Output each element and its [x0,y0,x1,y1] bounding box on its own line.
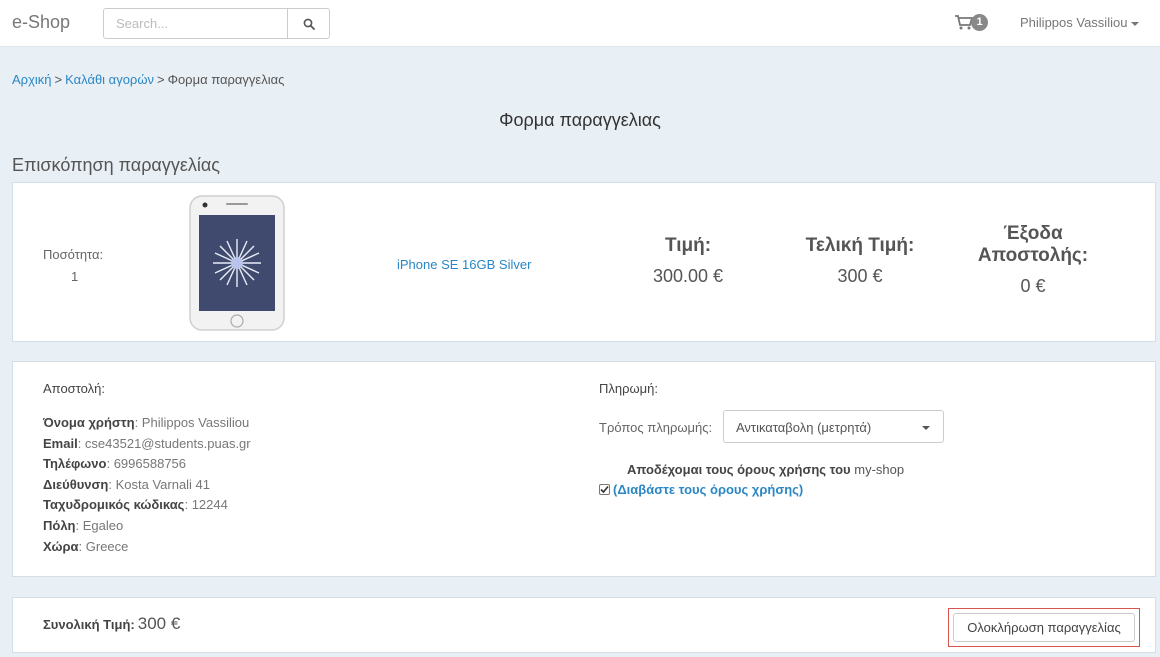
complete-order-button-label: Ολοκλήρωση παραγγελίας [953,613,1135,642]
total-value: 300 € [137,614,181,633]
terms-acceptance-text: Αποδέχομαι τους όρους χρήσης του my-shop [627,462,905,477]
final-price-value: 300 € [837,266,883,286]
top-navbar: e-Shop 1 Philippos Vassiliou [0,0,1160,47]
breadcrumb-separator: > [54,72,63,87]
final-price-column: Τελική Τιμή: 300 € [785,235,935,287]
terms-row: (Διαβάστε τους όρους χρήσης) [599,482,803,497]
price-label: Τιμή: [664,235,712,256]
terms-brand: my-shop [854,462,905,477]
product-image [189,195,285,331]
price-value: 300.00 € [652,266,724,286]
breadcrumb-current: Φορμα παραγγελιας [167,72,285,87]
breadcrumb-home[interactable]: Αρχική [12,72,52,87]
brand-logo[interactable]: e-Shop [12,12,70,33]
quantity-label: Ποσότητα: [43,247,104,262]
cart-count-badge: 1 [971,14,988,31]
shipping-cost-label-line2: Αποστολής: [977,245,1089,266]
order-total-panel: Συνολική Τιμή: 300 € Ολοκλήρωση παραγγελί… [12,597,1156,653]
order-overview-title: Επισκόπηση παραγγελίας [12,155,220,175]
payment-method-label: Τρόπος πληρωμής: [599,420,713,435]
breadcrumb: Αρχική > Καλάθι αγορών > Φορμα παραγγελιας [12,72,284,87]
chevron-down-icon [1131,21,1140,26]
shipping-details: Όνομα χρήστη: Philippos Vassiliou Email:… [43,413,251,557]
shipping-field-username: Όνομα χρήστη: Philippos Vassiliou [43,415,250,430]
payment-method-select[interactable]: Αντικαταβολη (μετρητά) [723,410,944,443]
order-item-panel: Ποσότητα: 1 iPhone SE 16GB Silver Τιμή: … [12,182,1156,342]
breadcrumb-cart[interactable]: Καλάθι αγορών [65,72,154,87]
shipping-cost-value: 0 € [1020,276,1046,296]
total-label: Συνολική Τιμή: 300 € [43,614,181,633]
search-input[interactable] [103,8,288,39]
shipping-cost-label: Έξοδα Αποστολής: [968,223,1098,267]
checkmark-icon [600,485,609,494]
cart-button[interactable]: 1 [955,14,988,31]
price-column: Τιμή: 300.00 € [623,235,753,287]
complete-order-button[interactable]: Ολοκλήρωση παραγγελίας [948,608,1140,647]
page-title: Φορμα παραγγελιας [499,110,661,130]
product-name-link[interactable]: iPhone SE 16GB Silver [397,257,531,272]
payment-heading: Πληρωμή: [599,381,658,396]
shipping-payment-panel: Αποστολή: Όνομα χρήστη: Philippos Vassil… [12,361,1156,577]
chevron-down-icon [922,426,930,430]
search-form [103,8,330,39]
shipping-field-phone: Τηλέφωνο: 6996588756 [43,456,187,472]
shipping-cost-column: Έξοδα Αποστολής: 0 € [968,223,1098,297]
shipping-field-postal-code: Ταχυδρομικός κώδικας: 12244 [43,497,228,513]
shipping-heading: Αποστολή: [43,381,105,396]
shipping-cost-label-line1: Έξοδα [1003,223,1063,244]
terms-checkbox[interactable] [599,484,610,495]
final-price-label: Τελική Τιμή: [805,235,915,256]
quantity-value: 1 [71,269,79,284]
user-menu-dropdown[interactable]: Philippos Vassiliou [1020,15,1140,30]
shipping-field-address: Διεύθυνση: Kosta Varnali 41 [43,476,211,492]
breadcrumb-separator: > [156,72,165,87]
shipping-field-country: Χώρα: Greece [43,538,129,554]
user-name: Philippos Vassiliou [1020,15,1128,30]
payment-method-selected: Αντικαταβολη (μετρητά) [736,420,872,435]
search-icon [303,18,315,30]
shipping-field-email: Email: cse43521@students.puas.gr [43,435,251,451]
shipping-field-city: Πόλη: Egaleo [43,517,124,533]
search-button[interactable] [288,8,330,39]
terms-link[interactable]: (Διαβάστε τους όρους χρήσης) [613,482,803,497]
